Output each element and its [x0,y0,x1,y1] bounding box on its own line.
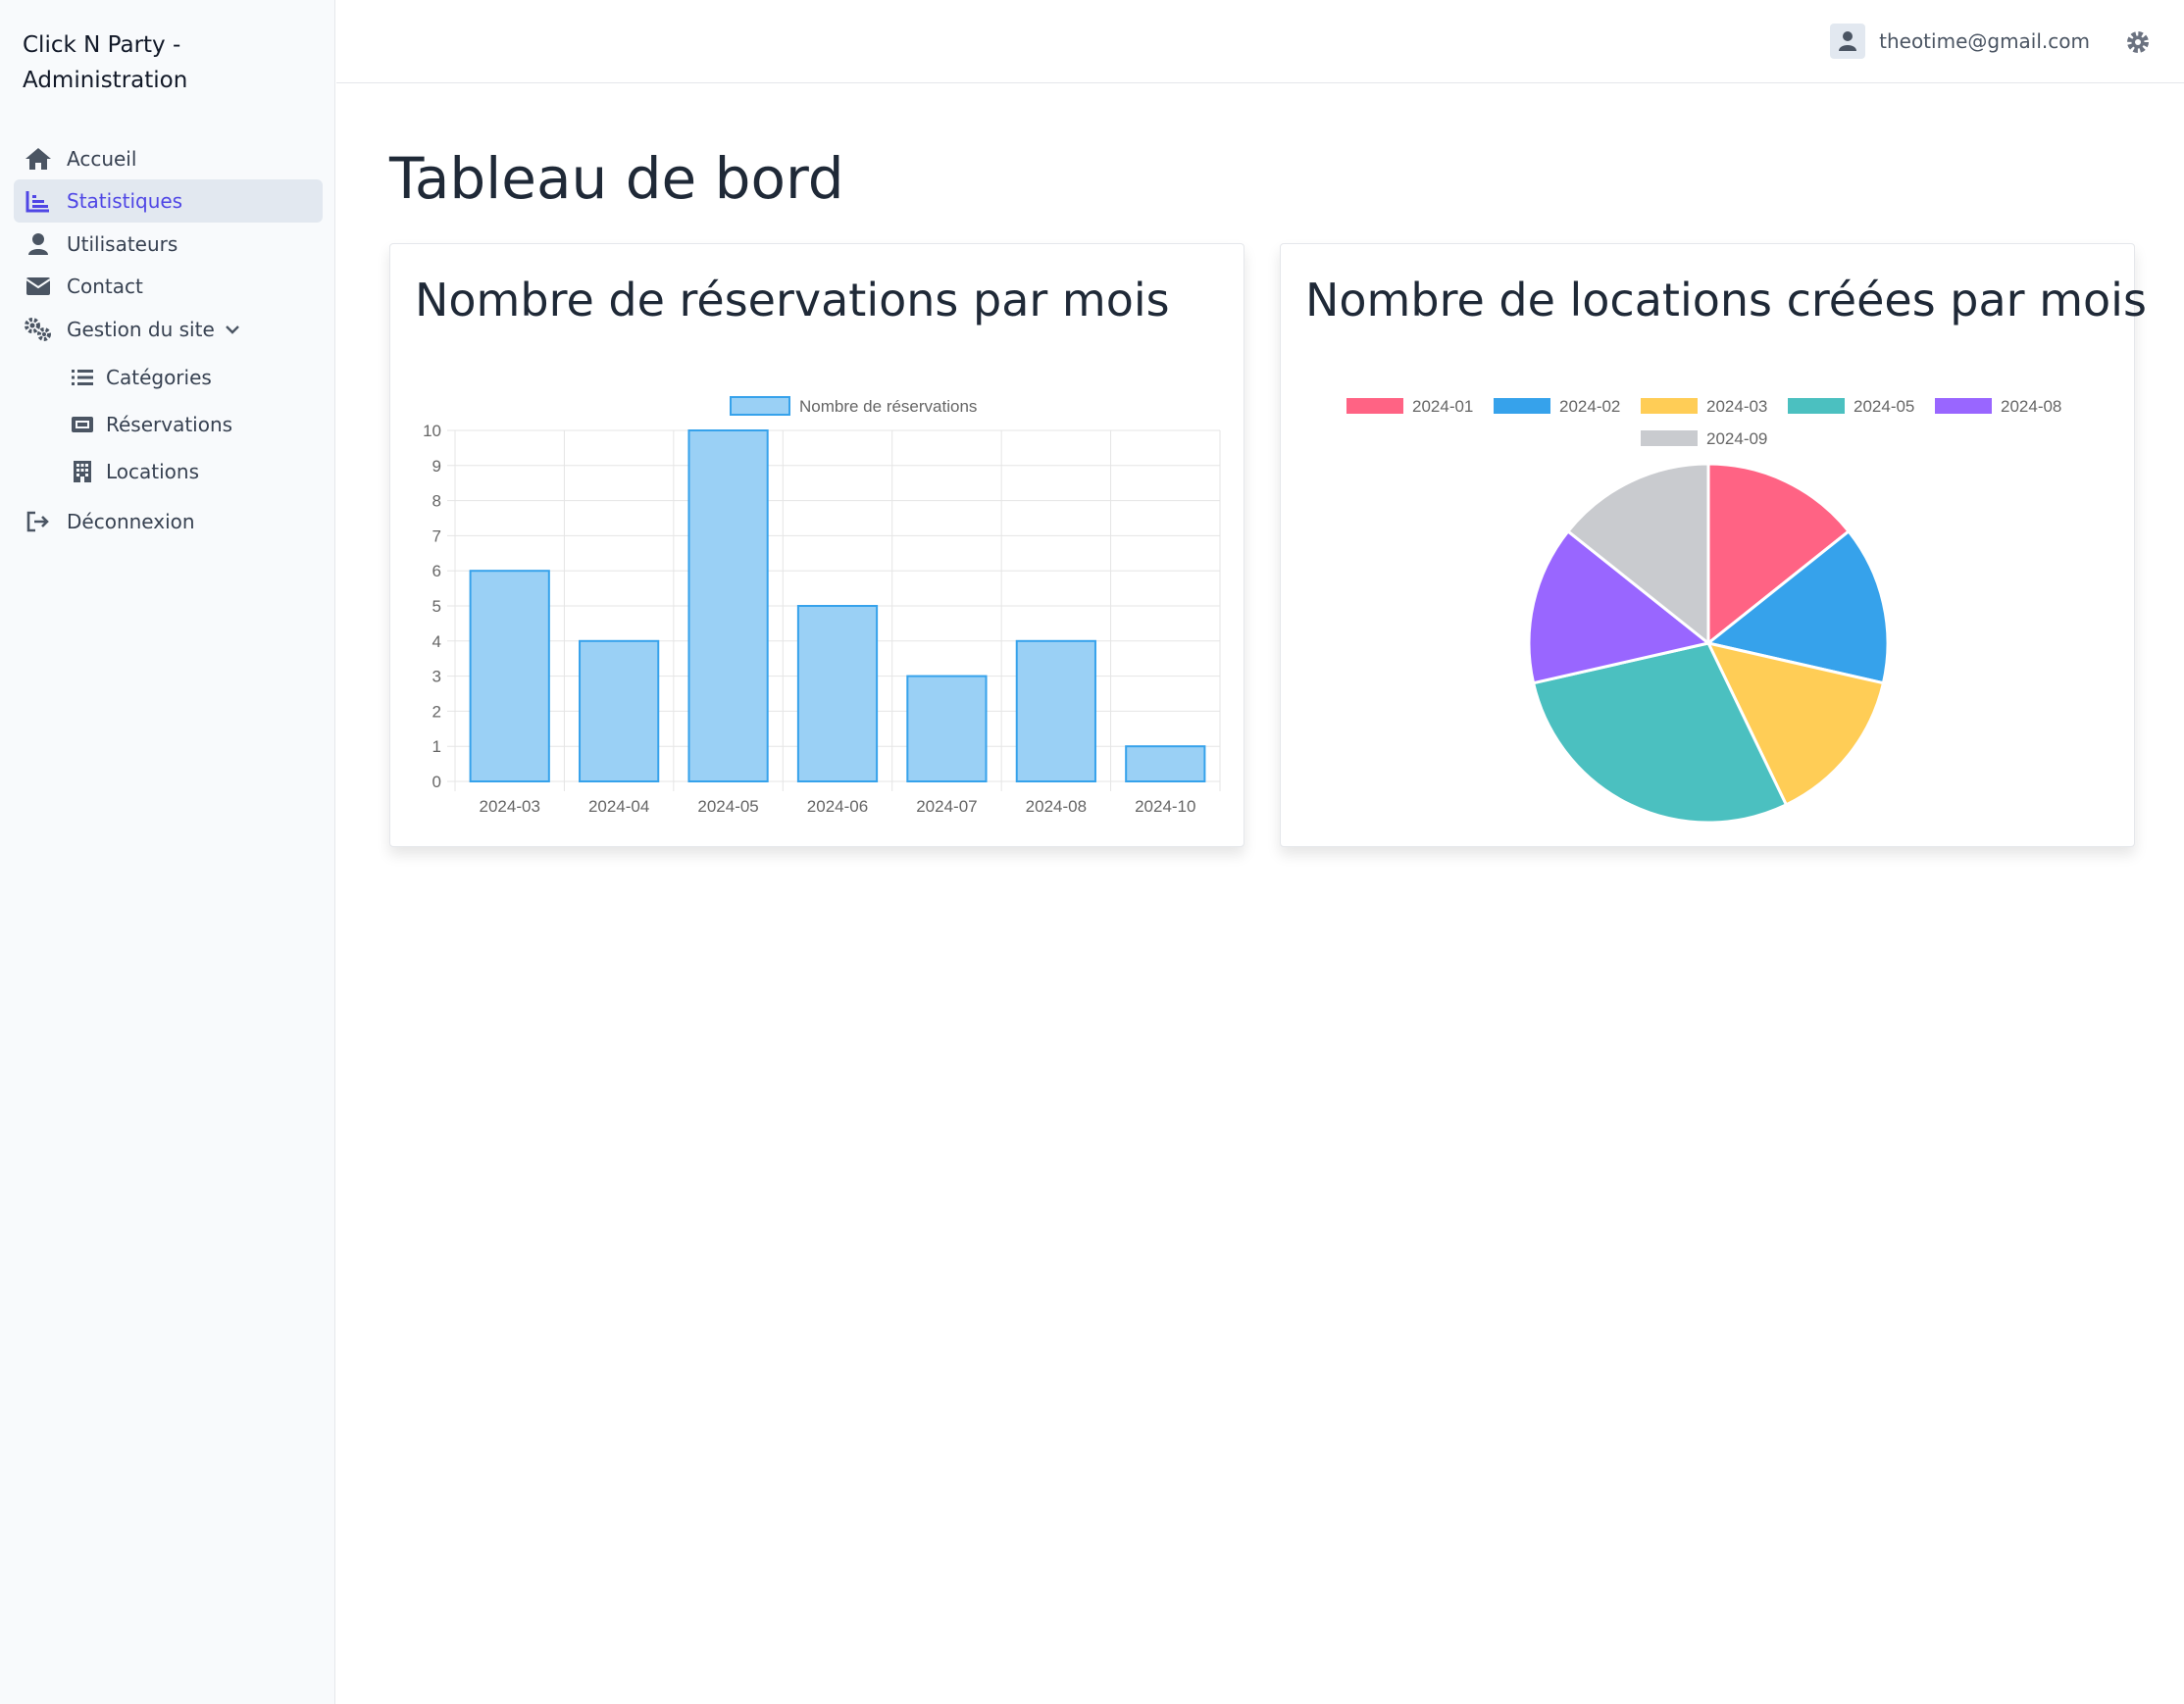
locations-chart-card: Nombre de locations créées par mois 2024… [1280,243,2147,847]
brand-line-1: Click N Party - [23,32,181,58]
bar [1015,639,1096,782]
legend-swatch [1788,398,1845,414]
chart-legend: Nombre de réservations [730,396,977,416]
sidebar-item-gestion-du-site[interactable]: Gestion du site [14,308,323,351]
y-tick-label: 4 [432,632,441,651]
sidebar-item-label: Accueil [67,147,137,171]
sidebar-item-label: Gestion du site [67,318,215,341]
y-tick-label: 10 [423,422,441,440]
legend-swatch [1494,398,1550,414]
legend-label: 2024-08 [2001,397,2061,416]
bar [687,429,769,782]
sidebar-item-statistiques[interactable]: Statistiques [14,179,323,223]
y-tick-label: 8 [432,492,441,511]
bar [469,570,550,783]
sidebar: Click N Party - Administration Accueil S… [0,0,335,1704]
bar [906,675,988,783]
brand-title: Click N Party - Administration [23,27,317,98]
bar [579,639,660,782]
y-tick-label: 7 [432,526,441,545]
building-icon [71,457,94,486]
legend-label: 2024-03 [1706,397,1767,416]
y-tick-label: 2 [432,702,441,721]
list-icon [71,363,94,392]
y-tick-label: 6 [432,562,441,580]
avatar [1830,24,1866,59]
sidebar-item-deconnexion[interactable]: Déconnexion [14,500,323,543]
legend-swatch [1641,430,1698,446]
legend-swatch [730,396,790,416]
sidebar-item-label: Contact [67,275,143,298]
legend-label: 2024-05 [1854,397,1914,416]
sidebar-item-label: Déconnexion [67,510,195,533]
user-menu[interactable]: theotime@gmail.com [1830,24,2090,59]
sidebar-item-label: Statistiques [67,189,183,213]
y-tick-label: 5 [432,597,441,616]
legend-label: 2024-01 [1412,397,1473,416]
sidebar-item-label: Locations [106,460,200,483]
user-icon [1839,31,1857,51]
reservations-bar-chart: Nombre de réservations 0 1 2 3 4 5 6 7 8 9 10 2024-0… [423,396,1221,816]
user-email: theotime@gmail.com [1879,29,2090,53]
chart-bar-icon [24,186,53,216]
x-tick-label: 2024-10 [1135,797,1195,816]
sidebar-item-utilisateurs[interactable]: Utilisateurs [14,223,323,266]
sidebar-item-accueil[interactable]: Accueil [14,137,323,180]
legend-label: 2024-09 [1706,429,1767,448]
user-icon [24,229,53,259]
x-tick-label: 2024-05 [697,797,758,816]
x-tick-label: 2024-06 [807,797,868,816]
brand-line-2: Administration [23,68,188,93]
legend-label: Nombre de réservations [799,397,977,416]
x-tick-label: 2024-08 [1026,797,1087,816]
y-tick-label: 3 [432,668,441,686]
x-tick-label: 2024-04 [588,797,649,816]
sidebar-item-categories[interactable]: Catégories [61,356,323,399]
y-tick-label: 1 [432,737,441,756]
sidebar-item-label: Catégories [106,366,212,389]
legend-swatch [1935,398,1992,414]
gears-icon [24,315,53,344]
home-icon [24,144,53,174]
bar [796,605,879,782]
sign-out-icon [24,507,53,536]
settings-gear-icon[interactable] [2123,27,2153,57]
envelope-icon [24,272,53,301]
chart-legend: 2024-01 2024-02 2024-03 2024-05 2024-08 2024-… [1346,397,2061,448]
chevron-down-icon [225,325,240,334]
sidebar-item-label: Réservations [106,413,233,436]
legend-label: 2024-02 [1559,397,1620,416]
y-tick-label: 9 [432,457,441,476]
sidebar-item-label: Utilisateurs [67,232,178,256]
page-title: Tableau de bord [389,145,844,212]
legend-swatch [1641,398,1698,414]
x-tick-label: 2024-03 [480,797,540,816]
legend-swatch [1346,398,1403,414]
locations-pie-chart: 2024-01 2024-02 2024-03 2024-05 2024-08 2024-… [1346,397,2061,825]
reservations-chart-card: Nombre de réservations par mois Nombre d… [389,243,1244,847]
sidebar-item-reservations[interactable]: Réservations [61,403,323,446]
bar [1125,745,1206,783]
y-tick-label: 0 [432,773,441,791]
sidebar-item-contact[interactable]: Contact [14,265,323,308]
ticket-icon [71,410,94,439]
x-tick-label: 2024-07 [916,797,977,816]
sidebar-item-locations[interactable]: Locations [61,450,323,493]
top-bar: theotime@gmail.com [336,0,2184,83]
